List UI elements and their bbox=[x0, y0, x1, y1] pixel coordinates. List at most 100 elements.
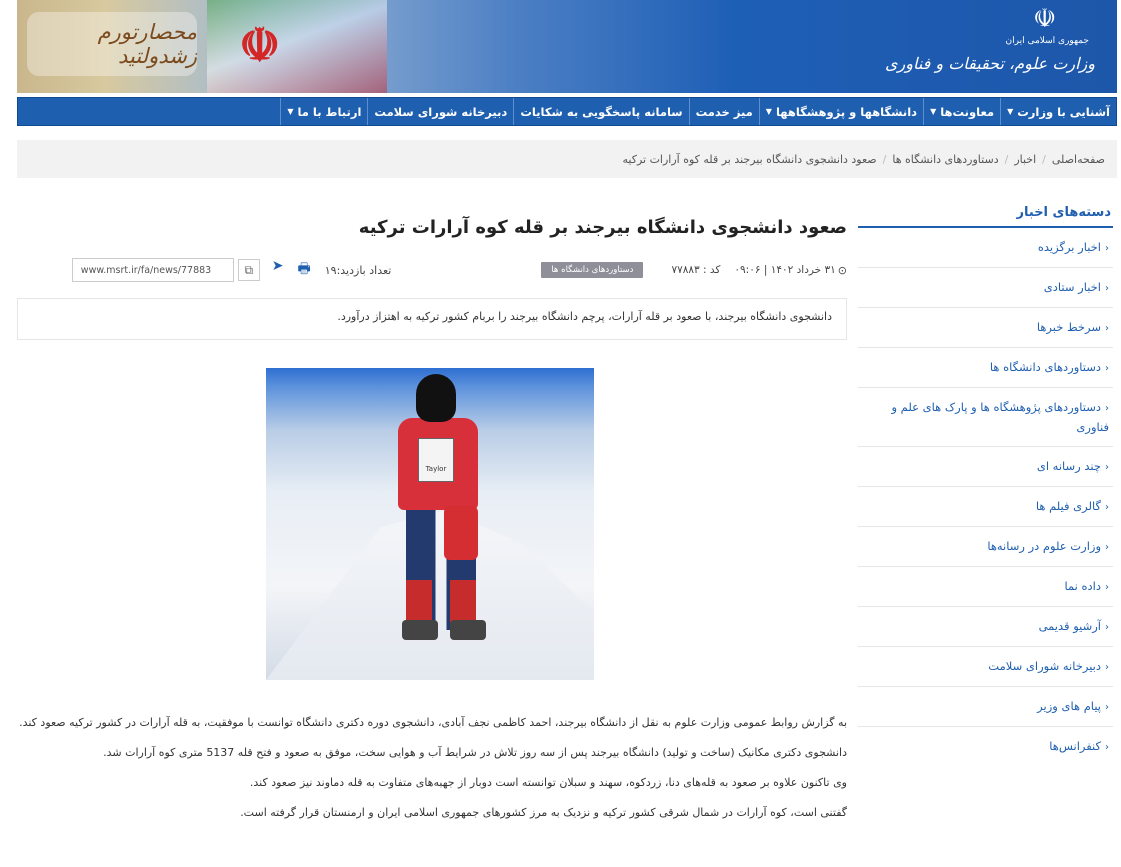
caret-down-icon: ▼ bbox=[765, 107, 772, 116]
breadcrumb-current: صعود دانشجوی دانشگاه بیرجند بر قله کوه آ… bbox=[622, 152, 877, 166]
breadcrumb-separator: / bbox=[1042, 152, 1046, 166]
brand-subtitle: جمهوری اسلامی ایران bbox=[1005, 36, 1090, 46]
sidebar-item-label: گالری فیلم ها bbox=[1035, 499, 1101, 513]
sidebar-item-ministry-in-media[interactable]: ‹ وزارت علوم در رسانه‌ها bbox=[858, 527, 1113, 567]
nav-complaints-system[interactable]: سامانه پاسخگویی به شکایات bbox=[513, 98, 688, 125]
sidebar-item-label: دستاوردهای دانشگاه ها bbox=[989, 360, 1101, 374]
article-paragraph: گفتنی است، کوه آرارات در شمال شرقی کشور … bbox=[240, 806, 847, 819]
category-badge[interactable]: دستاوردهای دانشگاه ها bbox=[541, 262, 644, 278]
sidebar-item-label: کنفرانس‌ها bbox=[1049, 739, 1101, 753]
photo-sign-text: Taylor bbox=[425, 465, 447, 473]
sidebar-item-minister-messages[interactable]: ‹ پیام های وزیر bbox=[858, 687, 1113, 727]
breadcrumb: صفحه‌اصلی / اخبار / دستاوردهای دانشگاه ه… bbox=[17, 140, 1117, 178]
sidebar-item-label: دبیرخانه شورای سلامت bbox=[988, 659, 1101, 673]
nav-label: دانشگاهها و پژوهشگاهها bbox=[775, 104, 918, 119]
article-lead: دانشجوی دانشگاه بیرجند، با صعود بر قله آ… bbox=[17, 298, 847, 340]
iran-emblem-white-icon[interactable]: ☫ bbox=[1033, 4, 1056, 34]
nav-label: معاونت‌ها bbox=[940, 104, 995, 119]
sidebar-item-staff-news[interactable]: ‹ اخبار ستادی bbox=[858, 268, 1113, 308]
sidebar-item-conferences[interactable]: ‹ کنفرانس‌ها bbox=[858, 727, 1113, 766]
chevron-left-icon: ‹ bbox=[1105, 702, 1109, 713]
breadcrumb-home[interactable]: صفحه‌اصلی bbox=[1052, 153, 1105, 166]
chevron-left-icon: ‹ bbox=[1105, 582, 1109, 593]
sidebar-item-multimedia[interactable]: ‹ چند رسانه ای bbox=[858, 447, 1113, 487]
chevron-left-icon: ‹ bbox=[1105, 462, 1109, 473]
nav-empty-area bbox=[18, 98, 280, 125]
chevron-left-icon: ‹ bbox=[1105, 363, 1109, 374]
caret-down-icon: ▼ bbox=[287, 107, 294, 116]
visit-count: تعداد بازدید:۱۹ bbox=[324, 263, 392, 277]
sidebar-item-label: دستاوردهای پژوهشگاه ها و پارک های علم و … bbox=[891, 400, 1109, 434]
flag-ribbon bbox=[207, 0, 387, 93]
photo-flag-sign: Taylor bbox=[418, 438, 454, 482]
main-navbar: آشنایی با وزارت ▼ معاونت‌ها ▼ دانشگاهها … bbox=[17, 97, 1117, 126]
sidebar-item-label: سرخط خبرها bbox=[1036, 320, 1101, 334]
article-photo: Taylor bbox=[266, 368, 594, 680]
clock-icon: ⊙ bbox=[837, 263, 847, 277]
sidebar-title: دسته‌های اخبار bbox=[858, 205, 1113, 228]
iran-emblem-red-icon: ☫ bbox=[239, 18, 281, 72]
chevron-left-icon: ‹ bbox=[1105, 243, 1109, 254]
chevron-left-icon: ‹ bbox=[1105, 742, 1109, 753]
ministry-logo-text[interactable]: وزارت علوم، تحقیقات و فناوری bbox=[885, 54, 1095, 73]
breadcrumb-separator: / bbox=[1004, 152, 1009, 166]
sidebar-item-label: چند رسانه ای bbox=[1036, 459, 1101, 473]
telegram-share-icon[interactable]: ➤ bbox=[272, 258, 284, 282]
sidebar-item-label: وزارت علوم در رسانه‌ها bbox=[987, 539, 1101, 553]
print-icon[interactable]: 🖶 bbox=[298, 258, 311, 282]
nav-service-desk[interactable]: میز خدمت bbox=[688, 98, 759, 125]
nav-label: دبیرخانه شورای سلامت bbox=[374, 104, 508, 119]
nav-label: میز خدمت bbox=[695, 104, 753, 119]
article-title: صعود دانشجوی دانشگاه بیرجند بر قله کوه آ… bbox=[358, 217, 847, 238]
nav-contact-us[interactable]: ارتباط با ما ▼ bbox=[280, 98, 367, 125]
article-code: کد : ۷۷۸۸۳ bbox=[671, 264, 721, 276]
article-date: ۳۱ خرداد ۱۴۰۲ | ۰۹:۰۶ bbox=[734, 264, 836, 276]
calligraphy-logo: محصارتورم زشدولتید bbox=[27, 12, 197, 76]
short-url-field[interactable]: www.msrt.ir/fa/news/77883 bbox=[71, 258, 234, 282]
breadcrumb-university-achievements[interactable]: دستاوردهای دانشگاه ها bbox=[892, 153, 998, 166]
photo-boot-left bbox=[402, 620, 438, 640]
header-banner: محصارتورم زشدولتید ☫ ☫ جمهوری اسلامی ایر… bbox=[17, 0, 1117, 93]
nav-about-ministry[interactable]: آشنایی با وزارت ▼ bbox=[1000, 98, 1116, 125]
breadcrumb-separator: / bbox=[882, 152, 887, 166]
article-paragraph: وی تاکنون علاوه بر صعود به قله‌های دنا، … bbox=[249, 776, 847, 789]
sidebar-item-data-view[interactable]: ‹ داده نما bbox=[858, 567, 1113, 607]
sidebar-item-video-gallery[interactable]: ‹ گالری فیلم ها bbox=[858, 487, 1113, 527]
sidebar-item-old-archive[interactable]: ‹ آرشیو قدیمی bbox=[858, 607, 1113, 647]
article-paragraph: به گزارش روابط عمومی وزارت علوم به نقل ا… bbox=[19, 716, 847, 729]
nav-label: ارتباط با ما bbox=[297, 104, 362, 119]
sidebar-item-label: داده نما bbox=[1064, 579, 1101, 593]
photo-red-bag bbox=[444, 506, 478, 560]
article-paragraph: دانشجوی دکتری مکانیک (ساخت و تولید) دانش… bbox=[103, 746, 847, 759]
sidebar-item-label: آرشیو قدیمی bbox=[1038, 619, 1101, 633]
breadcrumb-news[interactable]: اخبار bbox=[1014, 153, 1036, 166]
nav-universities[interactable]: دانشگاهها و پژوهشگاهها ▼ bbox=[758, 98, 923, 125]
sidebar-item-featured-news[interactable]: ‹ اخبار برگزیده bbox=[858, 228, 1113, 268]
chevron-left-icon: ‹ bbox=[1105, 502, 1109, 513]
chevron-left-icon: ‹ bbox=[1105, 542, 1109, 553]
nav-deputies[interactable]: معاونت‌ها ▼ bbox=[923, 98, 1000, 125]
caret-down-icon: ▼ bbox=[1007, 107, 1014, 116]
sidebar-item-label: پیام های وزیر bbox=[1037, 699, 1101, 713]
sidebar-item-research-achievements[interactable]: ‹دستاوردهای پژوهشگاه ها و پارک های علم و… bbox=[858, 388, 1113, 447]
caret-down-icon: ▼ bbox=[930, 107, 937, 116]
sidebar-item-university-achievements[interactable]: ‹ دستاوردهای دانشگاه ها bbox=[858, 348, 1113, 388]
sidebar-item-label: اخبار برگزیده bbox=[1037, 240, 1101, 254]
photo-boot-right bbox=[450, 620, 486, 640]
article-actions: 🖶 ➤ bbox=[272, 258, 311, 282]
chevron-left-icon: ‹ bbox=[1105, 403, 1109, 414]
nav-health-council[interactable]: دبیرخانه شورای سلامت bbox=[367, 98, 513, 125]
article-meta-row: ⊙ ۳۱ خرداد ۱۴۰۲ | ۰۹:۰۶ کد : ۷۷۸۸۳ دستاو… bbox=[17, 255, 847, 285]
article-body: به گزارش روابط عمومی وزارت علوم به نقل ا… bbox=[17, 713, 847, 833]
nav-label: سامانه پاسخگویی به شکایات bbox=[520, 104, 683, 119]
calligraphy-text: محصارتورم زشدولتید bbox=[97, 20, 197, 68]
nav-label: آشنایی با وزارت bbox=[1017, 104, 1110, 119]
chevron-left-icon: ‹ bbox=[1105, 283, 1109, 294]
sidebar-item-health-council[interactable]: ‹ دبیرخانه شورای سلامت bbox=[858, 647, 1113, 687]
sidebar-list: ‹اخبار برگزیده ‹اخبار ستادی ‹سرخط خبرها … bbox=[858, 228, 1113, 766]
chevron-left-icon: ‹ bbox=[1105, 622, 1109, 633]
sidebar-item-headlines[interactable]: ‹ سرخط خبرها bbox=[858, 308, 1113, 348]
photo-climber-head bbox=[416, 374, 456, 422]
copy-link-icon[interactable]: ⧉ bbox=[237, 259, 260, 281]
news-article: صعود دانشجوی دانشگاه بیرجند بر قله کوه آ… bbox=[17, 205, 847, 819]
